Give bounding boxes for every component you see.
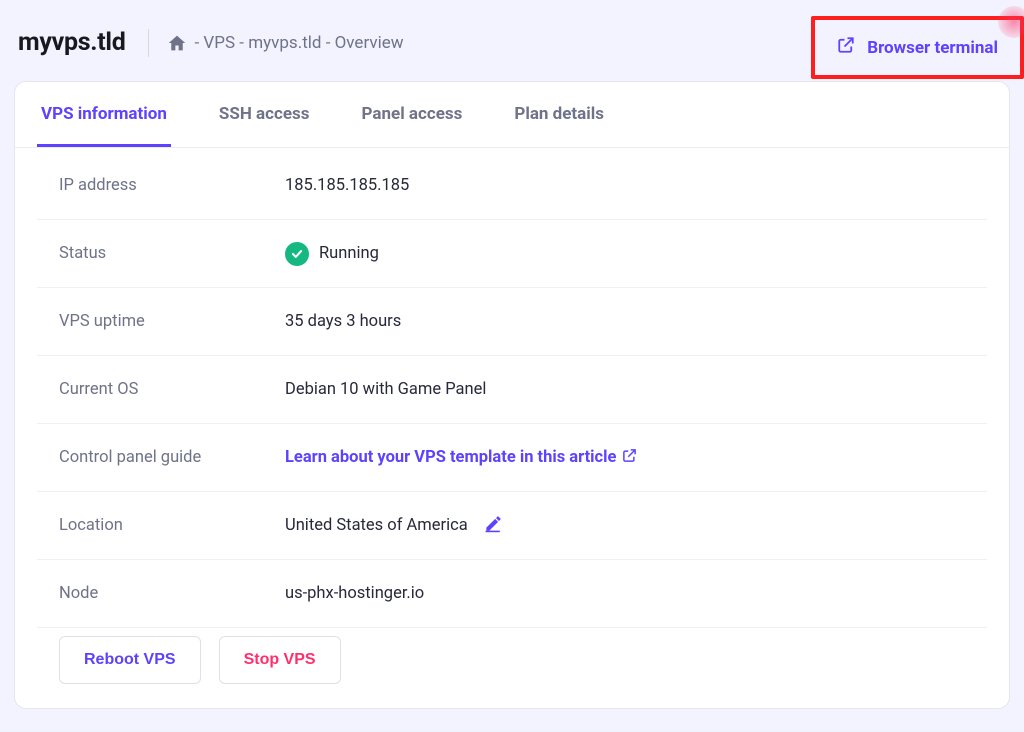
row-ip: IP address 185.185.185.185: [37, 152, 987, 220]
value-uptime: 35 days 3 hours: [285, 312, 401, 331]
guide-link-text: Learn about your VPS template in this ar…: [285, 448, 616, 467]
row-status: Status Running: [37, 220, 987, 288]
tab-panel-access[interactable]: Panel access: [358, 82, 467, 147]
tab-vps-information[interactable]: VPS information: [37, 82, 171, 147]
browser-terminal-highlight: Browser terminal: [811, 16, 1024, 79]
action-buttons: Reboot VPS Stop VPS: [37, 628, 987, 684]
row-os: Current OS Debian 10 with Game Panel: [37, 356, 987, 424]
page-title: myvps.tld: [18, 28, 126, 57]
tab-ssh-access[interactable]: SSH access: [215, 82, 314, 147]
status-running-icon: [285, 242, 309, 266]
tab-plan-details[interactable]: Plan details: [510, 82, 608, 147]
value-node: us-phx-hostinger.io: [285, 584, 424, 603]
external-link-icon: [622, 448, 637, 468]
label-location: Location: [37, 516, 285, 535]
label-node: Node: [37, 584, 285, 603]
row-uptime: VPS uptime 35 days 3 hours: [37, 288, 987, 356]
stop-vps-button[interactable]: Stop VPS: [219, 636, 341, 684]
value-location: United States of America: [285, 516, 468, 535]
external-link-icon: [837, 36, 855, 59]
row-location: Location United States of America: [37, 492, 987, 560]
edit-location-icon[interactable]: [484, 514, 503, 538]
row-node: Node us-phx-hostinger.io: [37, 560, 987, 628]
value-status: Running: [319, 244, 379, 263]
value-os: Debian 10 with Game Panel: [285, 380, 486, 399]
home-icon[interactable]: [167, 34, 187, 52]
label-guide: Control panel guide: [37, 448, 285, 467]
control-panel-guide-link[interactable]: Learn about your VPS template in this ar…: [285, 448, 637, 468]
browser-terminal-button[interactable]: Browser terminal: [815, 20, 1020, 75]
label-uptime: VPS uptime: [37, 312, 285, 331]
reboot-vps-button[interactable]: Reboot VPS: [59, 636, 201, 684]
highlight-dot: [998, 6, 1024, 38]
label-os: Current OS: [37, 380, 285, 399]
header-divider: [148, 29, 149, 57]
row-guide: Control panel guide Learn about your VPS…: [37, 424, 987, 492]
vps-card: VPS information SSH access Panel access …: [14, 81, 1010, 709]
browser-terminal-label: Browser terminal: [867, 38, 998, 58]
breadcrumb-text: - VPS - myvps.tld - Overview: [195, 33, 404, 53]
label-ip: IP address: [37, 176, 285, 195]
breadcrumb[interactable]: - VPS - myvps.tld - Overview: [167, 33, 404, 53]
value-ip: 185.185.185.185: [285, 176, 409, 195]
tabs: VPS information SSH access Panel access …: [15, 82, 1009, 148]
label-status: Status: [37, 244, 285, 263]
